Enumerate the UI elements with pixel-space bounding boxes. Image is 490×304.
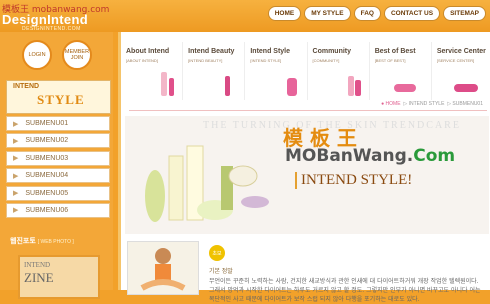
arrow-icon: ▶ bbox=[13, 155, 19, 163]
watermark-url-suffix: Com bbox=[413, 146, 456, 166]
photo-section-title: 웹진포토 [ WEB PHOTO ] bbox=[10, 236, 74, 246]
submenu-label: SUBMENU01 bbox=[25, 120, 69, 127]
top-nav: HOME MY STYLE FAQ CONTACT US SITEMAP bbox=[267, 6, 486, 21]
category-sub: [COMMUNITY] bbox=[312, 58, 340, 63]
arrow-icon: ▶ bbox=[13, 137, 19, 145]
product-icon bbox=[347, 76, 354, 96]
watermark-url: MOBanWang.Com bbox=[285, 146, 455, 166]
submenu-label: SUBMENU03 bbox=[25, 154, 69, 162]
category-sub: [SERVICE CENTER] bbox=[436, 58, 475, 63]
header-bar: 模板王 mobanwang.com DesignIntend DESIGNINT… bbox=[0, 0, 490, 32]
submenu-list: ▶ SUBMENU01 ▶ SUBMENU02 ▶ SUBMENU03 ▶ SUBMEN… bbox=[6, 116, 110, 220]
nav-home-button[interactable]: HOME bbox=[267, 6, 302, 21]
product-icon bbox=[453, 84, 478, 92]
category-service[interactable]: Service Center [SERVICE CENTER] bbox=[432, 42, 490, 100]
article-section: 초보 기본 정말 무언이든 꾸준히 노력하는 사람, 건지한 새교방식과 관한 … bbox=[125, 235, 489, 303]
photo-title-text: 웹진포토 bbox=[10, 238, 36, 245]
level-badge: 초보 bbox=[209, 245, 225, 261]
style-label-small: INTEND bbox=[13, 83, 40, 90]
product-icon bbox=[161, 72, 167, 96]
cosmetics-illustration bbox=[145, 145, 269, 222]
photo-text-1: INTEND bbox=[24, 261, 51, 269]
submenu-label: SUBMENU06 bbox=[25, 206, 69, 214]
breadcrumb-home[interactable]: ● HOME bbox=[381, 101, 400, 107]
product-icon bbox=[169, 78, 174, 96]
watermark-url-main: MOBanWang. bbox=[285, 146, 414, 166]
nav-faq-button[interactable]: FAQ bbox=[353, 6, 381, 21]
arrow-icon: ▶ bbox=[13, 172, 19, 180]
category-title: Intend Beauty bbox=[188, 48, 235, 55]
category-title: Community bbox=[312, 48, 352, 55]
submenu-item[interactable]: ▶ SUBMENU01 bbox=[6, 116, 110, 131]
category-title: About Intend bbox=[126, 48, 170, 55]
breadcrumb-current: ▷ SUBMENU01 bbox=[447, 101, 483, 107]
intend-style-box: INTEND STYLE bbox=[6, 80, 111, 114]
hero-banner: THE TURNING OF THE SKIN TRENDCARE 模 板 王 … bbox=[125, 116, 489, 234]
category-nav: About Intend [ABOUT INTEND] Intend Beaut… bbox=[121, 42, 490, 100]
category-sub: [ABOUT INTEND] bbox=[126, 58, 158, 63]
member-circles: LOGIN MEMBER JOIN bbox=[22, 40, 92, 70]
category-about[interactable]: About Intend [ABOUT INTEND] bbox=[121, 42, 184, 100]
category-title: Best of Best bbox=[374, 48, 416, 55]
photo-title-sub: [ WEB PHOTO ] bbox=[37, 239, 74, 245]
submenu-item[interactable]: ▶ SUBMENU05 bbox=[6, 185, 110, 201]
article-paragraph: 무언이든 꾸준히 노력하는 사람, 건지한 새교방식과 관한 인새에 대 다이어… bbox=[209, 278, 481, 303]
submenu-label: SUBMENU02 bbox=[25, 137, 69, 145]
arrow-icon: ▶ bbox=[13, 190, 19, 198]
submenu-item[interactable]: ▶ SUBMENU02 bbox=[6, 133, 110, 149]
arrow-icon: ▶ bbox=[13, 207, 19, 215]
photo-thumbnail[interactable]: INTEND ZINE bbox=[18, 255, 100, 299]
submenu-item[interactable]: ▶ SUBMENU06 bbox=[6, 202, 110, 218]
product-icon bbox=[225, 76, 231, 96]
nav-mystyle-button[interactable]: MY STYLE bbox=[304, 6, 351, 21]
category-sub: [INTEND STYLE] bbox=[250, 58, 282, 63]
main-content: About Intend [ABOUT INTEND] Intend Beaut… bbox=[118, 32, 490, 303]
nav-contact-button[interactable]: CONTACT US bbox=[383, 6, 441, 21]
submenu-label: SUBMENU05 bbox=[25, 189, 69, 197]
submenu-item[interactable]: ▶ SUBMENU03 bbox=[6, 150, 110, 166]
page-title: INTEND STYLE! bbox=[295, 172, 412, 189]
submenu-item[interactable]: ▶ SUBMENU04 bbox=[6, 168, 110, 184]
person-illustration bbox=[140, 248, 186, 291]
nav-sitemap-button[interactable]: SITEMAP bbox=[443, 6, 486, 21]
site-logo[interactable]: DesignIntend bbox=[2, 12, 88, 27]
member-join-button[interactable]: MEMBER JOIN bbox=[62, 40, 92, 70]
breadcrumb: ● HOME ▷ INTEND STYLE ▷ SUBMENU01 bbox=[381, 101, 483, 107]
category-community[interactable]: Community [COMMUNITY] bbox=[308, 42, 370, 100]
product-icon bbox=[287, 78, 298, 96]
submenu-label: SUBMENU04 bbox=[25, 172, 69, 180]
product-icon bbox=[354, 80, 361, 96]
breadcrumb-mid[interactable]: ▷ INTEND STYLE bbox=[403, 101, 444, 107]
category-beauty[interactable]: Intend Beauty [INTEND BEAUTY] bbox=[183, 42, 246, 100]
style-label-large: STYLE bbox=[37, 92, 85, 107]
article-heading: 기본 정말 bbox=[209, 269, 233, 275]
photo-text-2: ZINE bbox=[24, 270, 54, 285]
article-photo bbox=[127, 241, 199, 295]
category-style[interactable]: Intend Style [INTEND STYLE] bbox=[245, 42, 308, 100]
arrow-icon: ▶ bbox=[13, 120, 19, 128]
product-icon bbox=[393, 84, 416, 92]
category-best[interactable]: Best of Best [BEST OF BEST] bbox=[370, 42, 432, 100]
divider bbox=[129, 110, 487, 111]
category-sub: [INTEND BEAUTY] bbox=[188, 58, 223, 63]
category-sub: [BEST OF BEST] bbox=[374, 58, 406, 63]
category-title: Intend Style bbox=[250, 48, 291, 55]
category-title: Service Center bbox=[436, 48, 486, 55]
login-button[interactable]: LOGIN bbox=[22, 40, 52, 70]
